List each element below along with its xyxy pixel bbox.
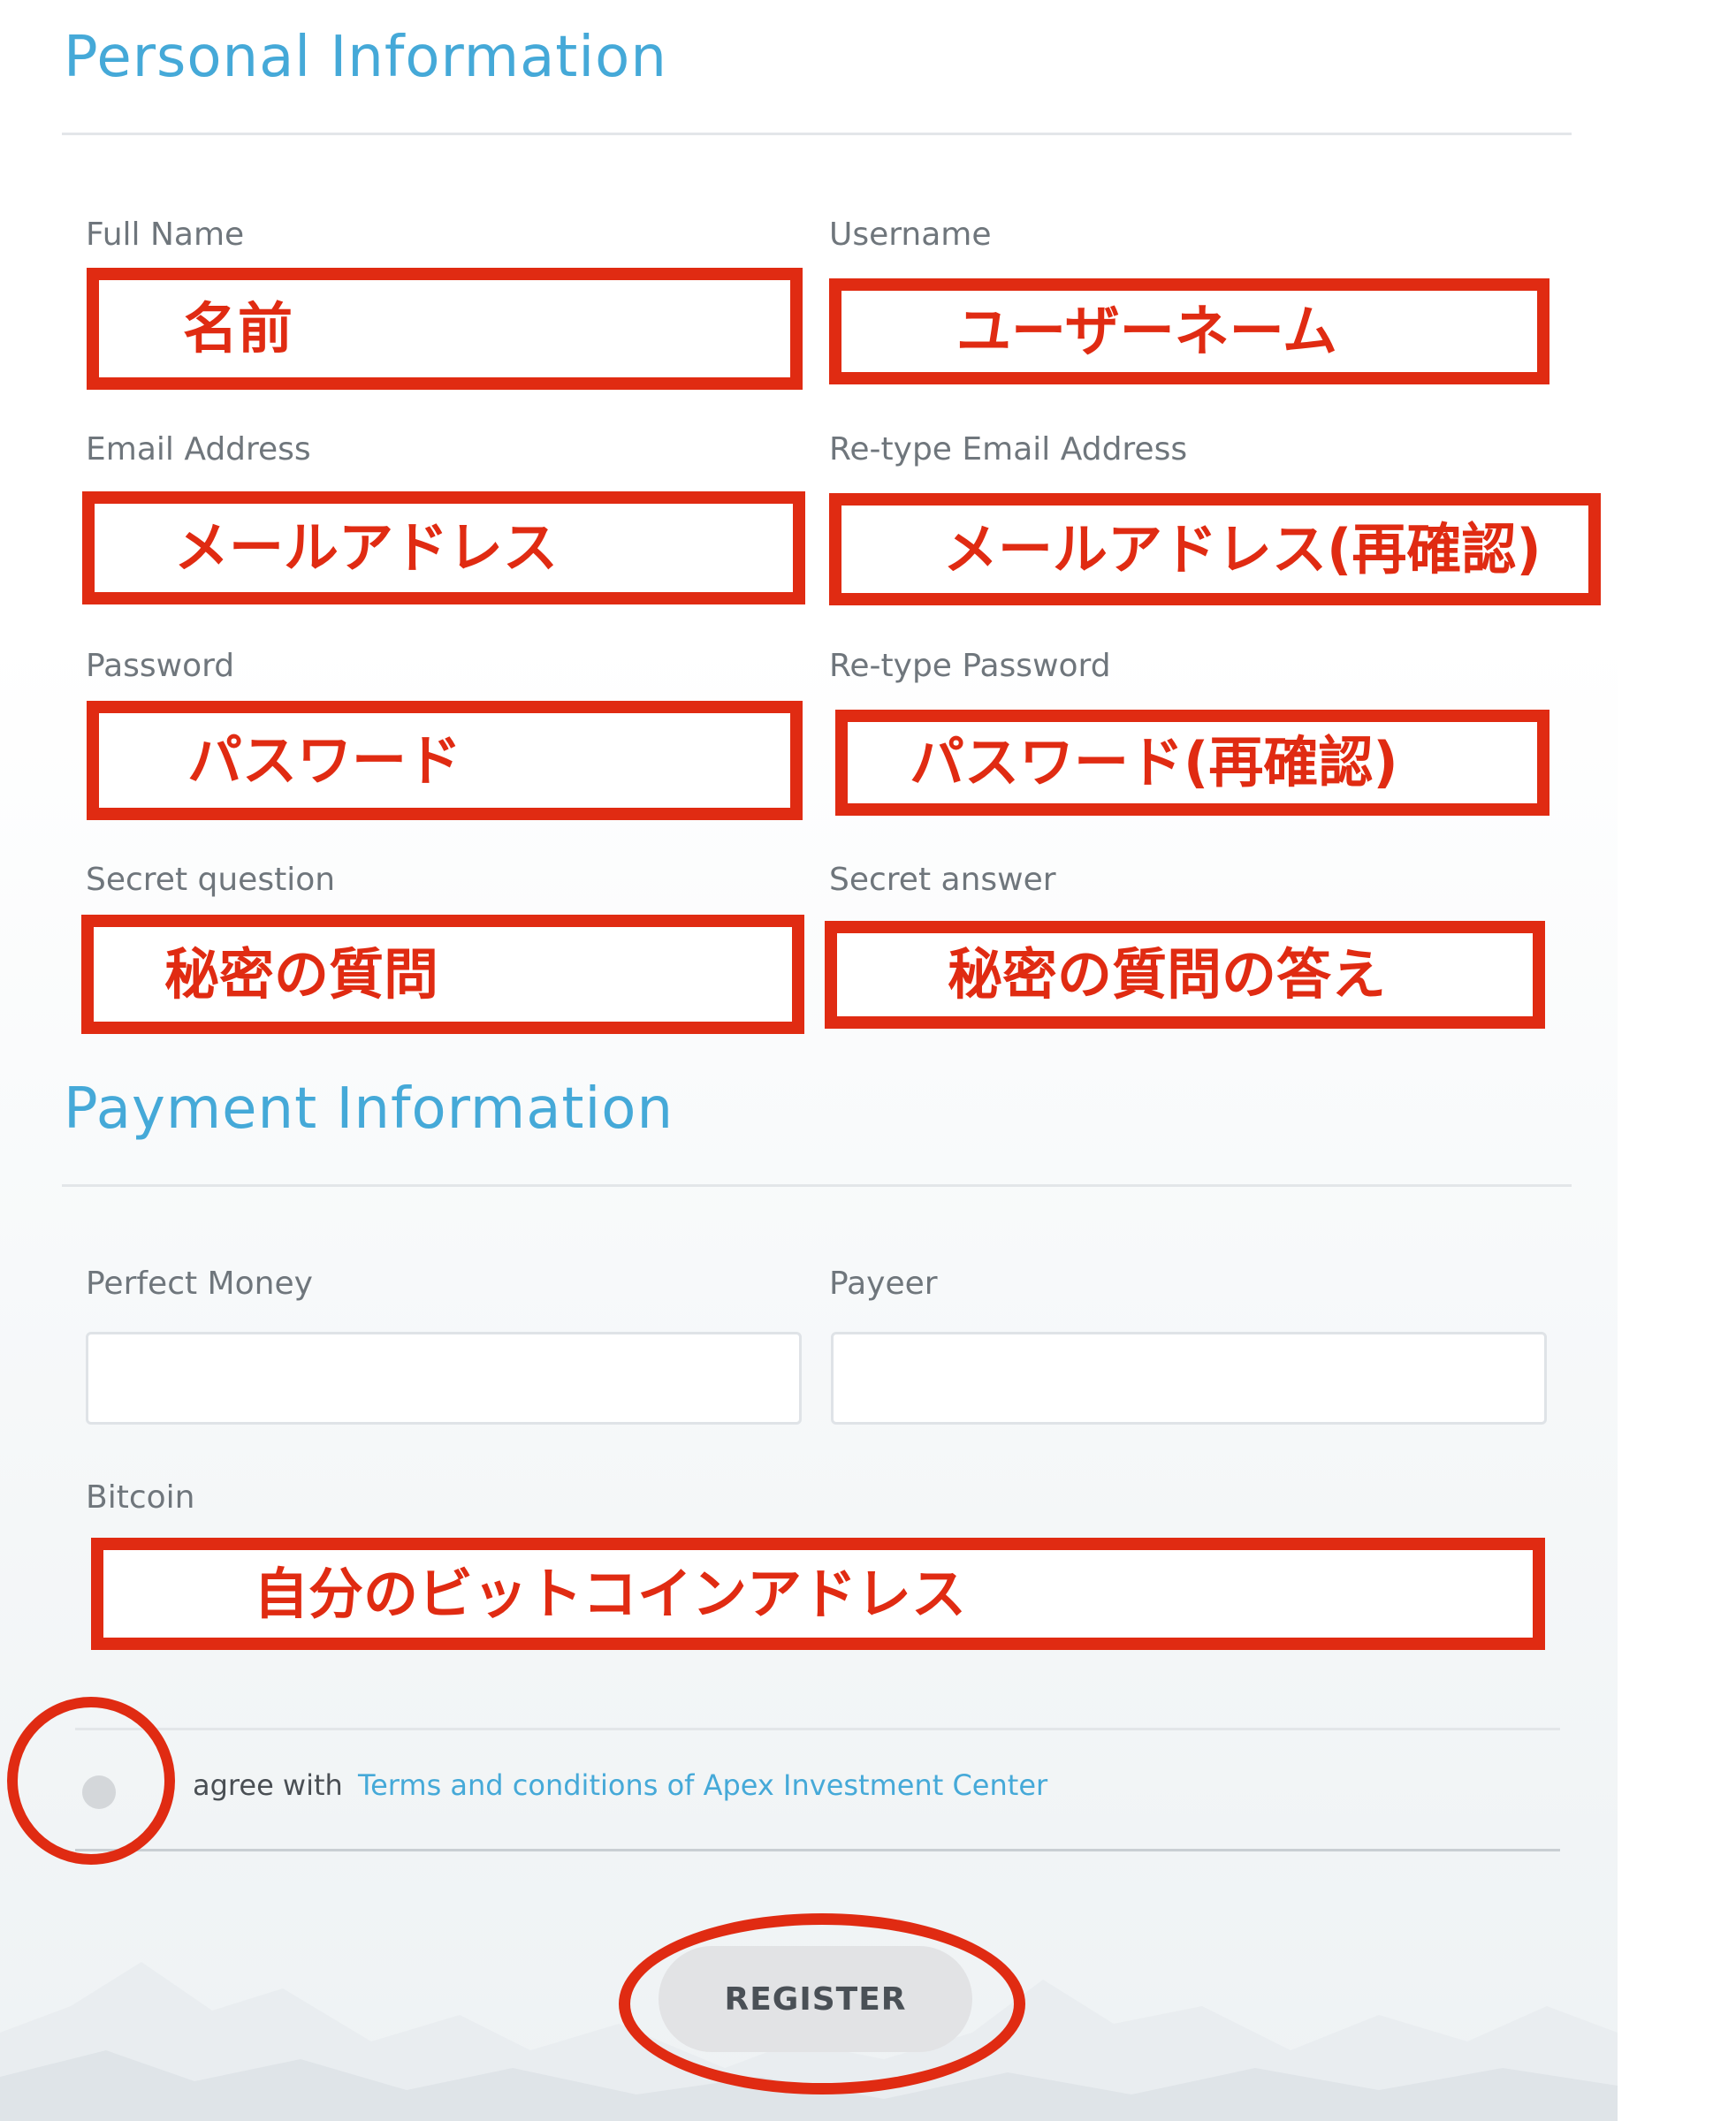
agreement-divider-bottom xyxy=(75,1849,1560,1851)
retype-email-label: Re-type Email Address xyxy=(829,431,1188,468)
agree-radio-highlight-circle xyxy=(7,1697,175,1865)
retype-email-annotation: メールアドレス(再確認) xyxy=(943,516,1542,582)
perfect-money-input[interactable] xyxy=(86,1332,802,1425)
secret-answer-field[interactable]: 秘密の質問の答え xyxy=(825,921,1545,1029)
secret-question-field[interactable]: 秘密の質問 xyxy=(81,915,804,1034)
email-field[interactable]: メールアドレス xyxy=(82,491,805,604)
secret-question-annotation: 秘密の質問 xyxy=(164,941,439,1007)
retype-password-field[interactable]: パスワード(再確認) xyxy=(835,710,1549,816)
full-name-label: Full Name xyxy=(86,217,245,253)
payment-information-heading: Payment Information xyxy=(64,1076,674,1142)
password-annotation: パスワード xyxy=(187,727,462,793)
password-field[interactable]: パスワード xyxy=(87,701,803,820)
bitcoin-field[interactable]: 自分のビットコインアドレス xyxy=(91,1538,1545,1650)
full-name-annotation: 名前 xyxy=(183,296,293,361)
retype-password-annotation: パスワード(再確認) xyxy=(910,730,1398,794)
register-highlight-oval xyxy=(619,1913,1025,2094)
section-divider xyxy=(62,133,1572,135)
password-label: Password xyxy=(86,648,235,684)
registration-form: Personal Information Full Name 名前 Userna… xyxy=(0,0,1618,2121)
username-annotation: ユーザーネーム xyxy=(956,299,1337,363)
terms-link[interactable]: Terms and conditions of Apex Investment … xyxy=(358,1759,1047,1812)
bitcoin-annotation: 自分のビットコインアドレス xyxy=(254,1561,967,1626)
secret-answer-annotation: 秘密の質問の答え xyxy=(948,942,1387,1007)
secret-question-label: Secret question xyxy=(86,862,336,898)
section-divider xyxy=(62,1184,1572,1187)
username-label: Username xyxy=(829,217,992,253)
email-label: Email Address xyxy=(86,431,311,468)
username-field[interactable]: ユーザーネーム xyxy=(829,278,1549,384)
personal-information-heading: Personal Information xyxy=(64,25,667,90)
email-annotation: メールアドレス xyxy=(174,515,559,580)
payeer-label: Payeer xyxy=(829,1266,938,1302)
agreement-divider-top xyxy=(75,1728,1560,1730)
agree-text: agree with xyxy=(193,1768,343,1802)
perfect-money-label: Perfect Money xyxy=(86,1266,313,1302)
secret-answer-label: Secret answer xyxy=(829,862,1056,898)
payeer-input[interactable] xyxy=(831,1332,1547,1425)
retype-password-label: Re-type Password xyxy=(829,648,1111,684)
retype-email-field[interactable]: メールアドレス(再確認) xyxy=(829,493,1601,605)
bitcoin-label: Bitcoin xyxy=(86,1479,195,1516)
full-name-field[interactable]: 名前 xyxy=(87,268,803,390)
